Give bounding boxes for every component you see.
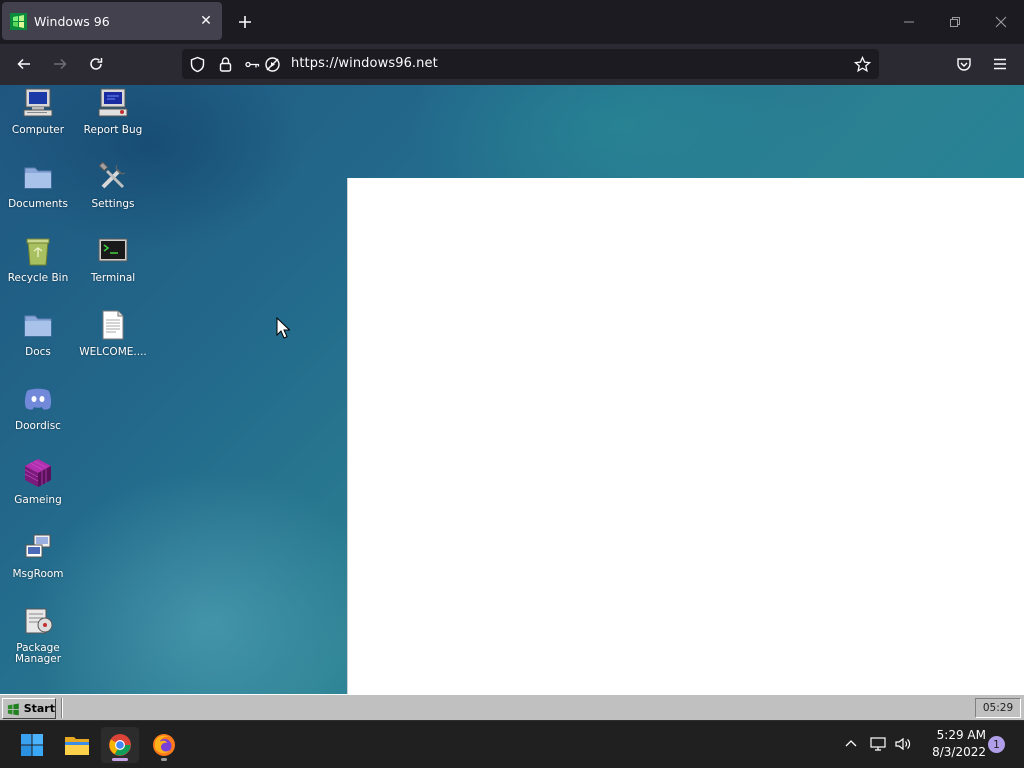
notification-badge[interactable]: 1 <box>988 736 1005 753</box>
desktop-icon-label: Doordisc <box>15 420 61 432</box>
computer-icon <box>23 88 53 117</box>
settings-tools-icon <box>98 161 126 189</box>
folder-icon <box>24 315 52 337</box>
desktop-icon-label: Computer <box>11 124 65 136</box>
browser-tab-bar: Windows 96 ✕ <box>0 0 1024 44</box>
close-tab-icon[interactable]: ✕ <box>198 13 214 29</box>
w96-taskbar: Start 05:29 <box>0 694 1024 720</box>
file-explorer-button[interactable] <box>58 727 96 763</box>
file-explorer-icon <box>65 737 89 755</box>
desktop-icon-docs[interactable]: Docs <box>1 309 75 358</box>
clock-date: 8/3/2022 <box>932 745 986 759</box>
pocket-icon <box>957 58 971 71</box>
active-app-indicator <box>112 758 128 761</box>
desktop-icon-label: Package Manager <box>14 642 62 665</box>
menu-button[interactable] <box>988 52 1012 76</box>
clock-time: 5:29 AM <box>936 728 986 742</box>
desktop-icon-settings[interactable]: Settings <box>76 161 150 210</box>
desktop-icon-label: Settings <box>91 198 135 210</box>
doordisc-icon <box>24 388 52 410</box>
pocket-button[interactable] <box>952 52 976 76</box>
desktop-icon-label: WELCOME.... <box>79 346 147 358</box>
url-text[interactable]: https://windows96.net <box>291 56 438 71</box>
chrome-button[interactable] <box>101 727 139 763</box>
system-clock[interactable]: 5:29 AM 8/3/2022 <box>918 727 986 761</box>
w96-clock: 05:29 <box>975 698 1021 718</box>
folder-icon <box>24 167 52 189</box>
desktop-icon-label: Docs <box>25 346 51 358</box>
chevron-up-icon <box>845 740 857 747</box>
mouse-cursor-icon <box>276 317 290 339</box>
desktop-icon-computer[interactable]: Computer <box>1 87 75 136</box>
msgroom-icon <box>25 534 51 558</box>
hamburger-menu-icon <box>994 58 1006 70</box>
running-app-indicator <box>161 758 167 761</box>
volume-button[interactable] <box>893 734 913 754</box>
desktop-icon-label: Gameing <box>14 494 62 506</box>
restore-icon <box>950 17 960 27</box>
desktop-icon-report-bug[interactable]: Report Bug <box>76 87 150 136</box>
restore-button[interactable] <box>944 11 966 33</box>
back-button[interactable] <box>12 52 36 76</box>
package-manager-icon <box>25 608 53 634</box>
tab-title: Windows 96 <box>34 13 110 29</box>
firefox-button[interactable] <box>145 727 183 763</box>
desktop-icon-recycle-bin[interactable]: Recycle Bin <box>1 235 75 284</box>
windows96-logo-icon <box>7 703 19 715</box>
desktop-icon-welcome[interactable]: WELCOME.... <box>76 309 150 358</box>
show-hidden-icons-button[interactable] <box>841 734 861 754</box>
desktop-icon-documents[interactable]: Documents <box>1 161 75 210</box>
speaker-icon <box>895 737 911 751</box>
tab-windows96[interactable]: Windows 96 ✕ <box>2 2 222 40</box>
arrow-left-icon <box>17 58 30 70</box>
windows-start-icon <box>21 734 43 756</box>
page-viewport: Computer Documents Recycle Bin Docs Door… <box>0 85 1024 720</box>
autoplay-blocked-icon[interactable] <box>264 56 281 73</box>
desktop-icon-label: MsgRoom <box>12 568 64 580</box>
desktop-icon-terminal[interactable]: Terminal <box>76 235 150 284</box>
taskbar-separator <box>61 698 63 718</box>
desktop-icon-label: Documents <box>8 198 68 210</box>
tracking-shield-icon[interactable] <box>189 56 206 73</box>
start-button[interactable]: Start <box>2 698 56 719</box>
forward-button[interactable] <box>48 52 72 76</box>
desktop-icon-package-manager[interactable]: Package Manager <box>1 605 75 665</box>
minimize-button[interactable] <box>898 11 920 33</box>
close-icon <box>995 16 1007 28</box>
desktop-icon-gameing[interactable]: Gameing <box>1 457 75 506</box>
start-label: Start <box>23 702 55 715</box>
minimize-icon <box>904 21 914 23</box>
network-icon <box>870 737 886 751</box>
os-taskbar: 5:29 AM 8/3/2022 1 <box>0 720 1024 768</box>
desktop-icon-label: Recycle Bin <box>7 272 69 284</box>
plus-icon <box>239 16 251 28</box>
navigation-toolbar: https://windows96.net <box>0 44 1024 85</box>
terminal-icon <box>98 238 128 262</box>
reload-icon <box>90 58 103 70</box>
reload-button[interactable] <box>84 52 108 76</box>
windows-start-button[interactable] <box>13 727 51 763</box>
report-bug-icon <box>98 88 128 117</box>
desktop-icon-doordisc[interactable]: Doordisc <box>1 383 75 432</box>
blank-window[interactable] <box>348 178 1024 701</box>
firefox-icon <box>153 734 175 756</box>
recycle-bin-icon <box>26 238 50 266</box>
new-tab-button[interactable] <box>234 11 256 33</box>
permissions-icon[interactable] <box>244 56 261 73</box>
purple-cube-icon <box>24 459 51 487</box>
desktop-icon-label: Report Bug <box>83 124 143 136</box>
close-window-button[interactable] <box>990 11 1012 33</box>
arrow-right-icon <box>54 58 67 70</box>
windows96-logo-icon <box>10 12 27 30</box>
network-button[interactable] <box>868 734 888 754</box>
lock-icon[interactable] <box>217 56 234 73</box>
bookmark-star-icon[interactable] <box>854 56 871 73</box>
desktop-icon-label: Terminal <box>90 272 136 284</box>
address-bar[interactable]: https://windows96.net <box>182 49 879 79</box>
desktop-icon-msgroom[interactable]: MsgRoom <box>1 531 75 580</box>
chrome-icon <box>109 734 131 756</box>
text-document-icon <box>102 310 124 340</box>
